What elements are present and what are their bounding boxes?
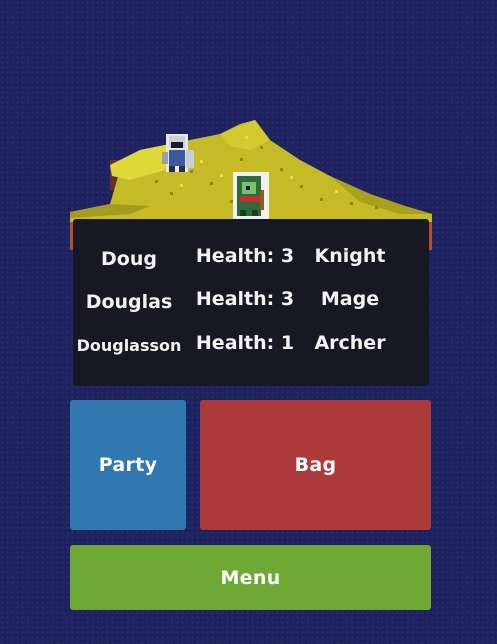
menu-button[interactable]: Menu — [70, 545, 431, 610]
member-class: Knight — [314, 245, 386, 267]
member-class: Archer — [314, 332, 386, 354]
party-row: Doug Health: 3 Knight — [73, 242, 429, 270]
member-class: Mage — [320, 288, 380, 310]
knight-sprite — [162, 134, 194, 172]
party-row: Douglasson Health: 1 Archer — [73, 329, 429, 357]
menu-button-label: Menu — [220, 566, 281, 589]
bag-button[interactable]: Bag — [200, 400, 431, 530]
bag-button-label: Bag — [294, 454, 337, 476]
member-health: Health: 3 — [195, 245, 295, 267]
member-name: Douglas — [85, 291, 173, 313]
member-health: Health: 1 — [195, 332, 295, 354]
member-name: Douglasson — [76, 336, 182, 355]
member-name: Doug — [101, 248, 157, 270]
party-stats-panel: Doug Health: 3 Knight Douglas Health: 3 … — [73, 219, 429, 386]
archer-sprite — [233, 172, 269, 220]
party-row: Douglas Health: 3 Mage — [73, 285, 429, 313]
party-button-label: Party — [98, 454, 158, 476]
member-health: Health: 3 — [195, 288, 295, 310]
party-button[interactable]: Party — [70, 400, 186, 530]
